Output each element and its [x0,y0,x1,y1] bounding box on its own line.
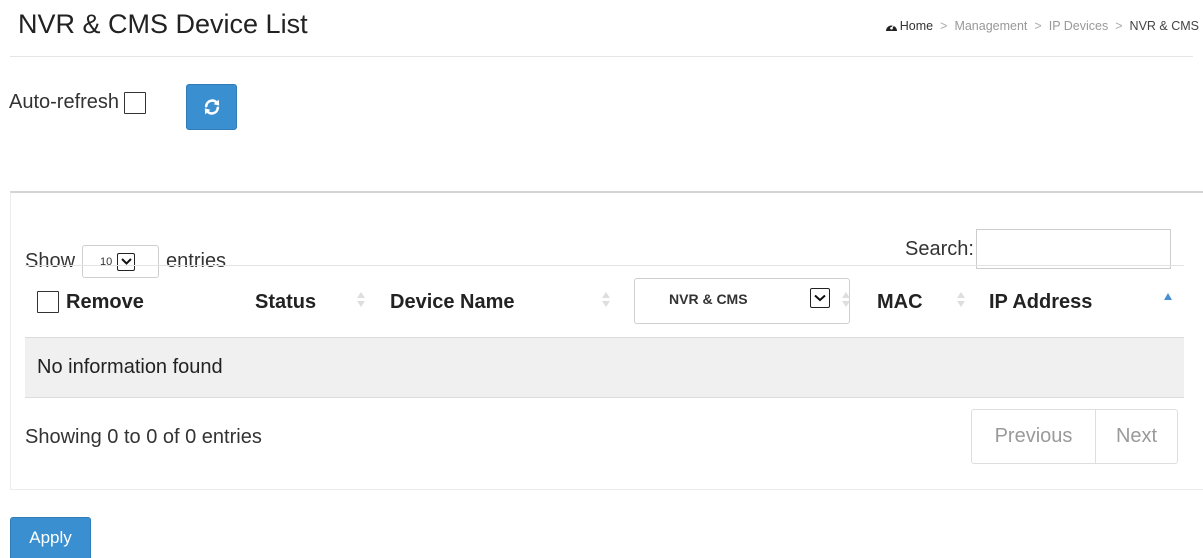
search-label: Search: [905,237,974,260]
column-header-ip-address[interactable]: IP Address [977,266,1184,338]
page-title: NVR & CMS Device List [18,9,308,39]
column-label-mac: MAC [877,290,923,313]
refresh-icon [204,99,219,115]
sort-icon [842,292,850,310]
auto-refresh-checkbox[interactable] [124,91,147,114]
sort-icon [357,292,365,310]
apply-button[interactable]: Apply [10,517,91,558]
select-all-checkbox[interactable] [37,291,59,313]
pagination: Previous Next [971,409,1178,464]
auto-refresh-label: Auto-refresh [9,91,120,113]
column-label-ip-address: IP Address [989,290,1093,313]
breadcrumb-item-ip-devices[interactable]: IP Devices [1049,19,1109,33]
column-label-status: Status [255,290,317,313]
sort-icon [602,292,610,310]
table-header: Remove Status Device Name NVR & CMS MAC … [25,265,1184,338]
table-info: Showing 0 to 0 of 0 entries [25,426,262,448]
next-page-button[interactable]: Next [1096,410,1177,463]
column-header-status[interactable]: Status [242,266,377,338]
header-divider [10,56,1193,57]
breadcrumb-separator: > [940,19,948,33]
previous-page-button[interactable]: Previous [972,410,1096,463]
sort-icon [957,292,965,310]
refresh-button[interactable] [186,84,237,130]
column-header-remove: Remove [25,266,242,338]
column-header-device-type: NVR & CMS [622,266,862,338]
device-type-filter-select[interactable]: NVR & CMS [634,278,850,324]
column-header-mac[interactable]: MAC [862,266,977,338]
breadcrumb-separator: > [1115,19,1123,33]
table-row: No information found [25,338,1184,398]
auto-refresh-control: Auto-refresh [9,91,147,114]
breadcrumb-current: NVR & CMS [1129,19,1199,33]
chevron-down-icon [810,288,830,308]
column-label-device-name: Device Name [390,290,515,313]
breadcrumb: Home > Management > IP Devices > NVR & C… [885,19,1199,33]
column-header-device-name[interactable]: Device Name [377,266,622,338]
dashboard-icon [885,23,897,31]
column-label-remove: Remove [66,290,144,313]
breadcrumb-home-label: Home [899,19,934,33]
breadcrumb-separator: > [1034,19,1042,33]
empty-message: No information found [37,356,223,378]
breadcrumb-item-management[interactable]: Management [954,19,1027,33]
search-control: Search: [905,229,1171,269]
device-type-filter-value: NVR & CMS [669,291,748,307]
breadcrumb-home[interactable]: Home [885,19,933,33]
search-input[interactable] [975,229,1171,269]
sort-ascending-icon [1164,293,1172,300]
